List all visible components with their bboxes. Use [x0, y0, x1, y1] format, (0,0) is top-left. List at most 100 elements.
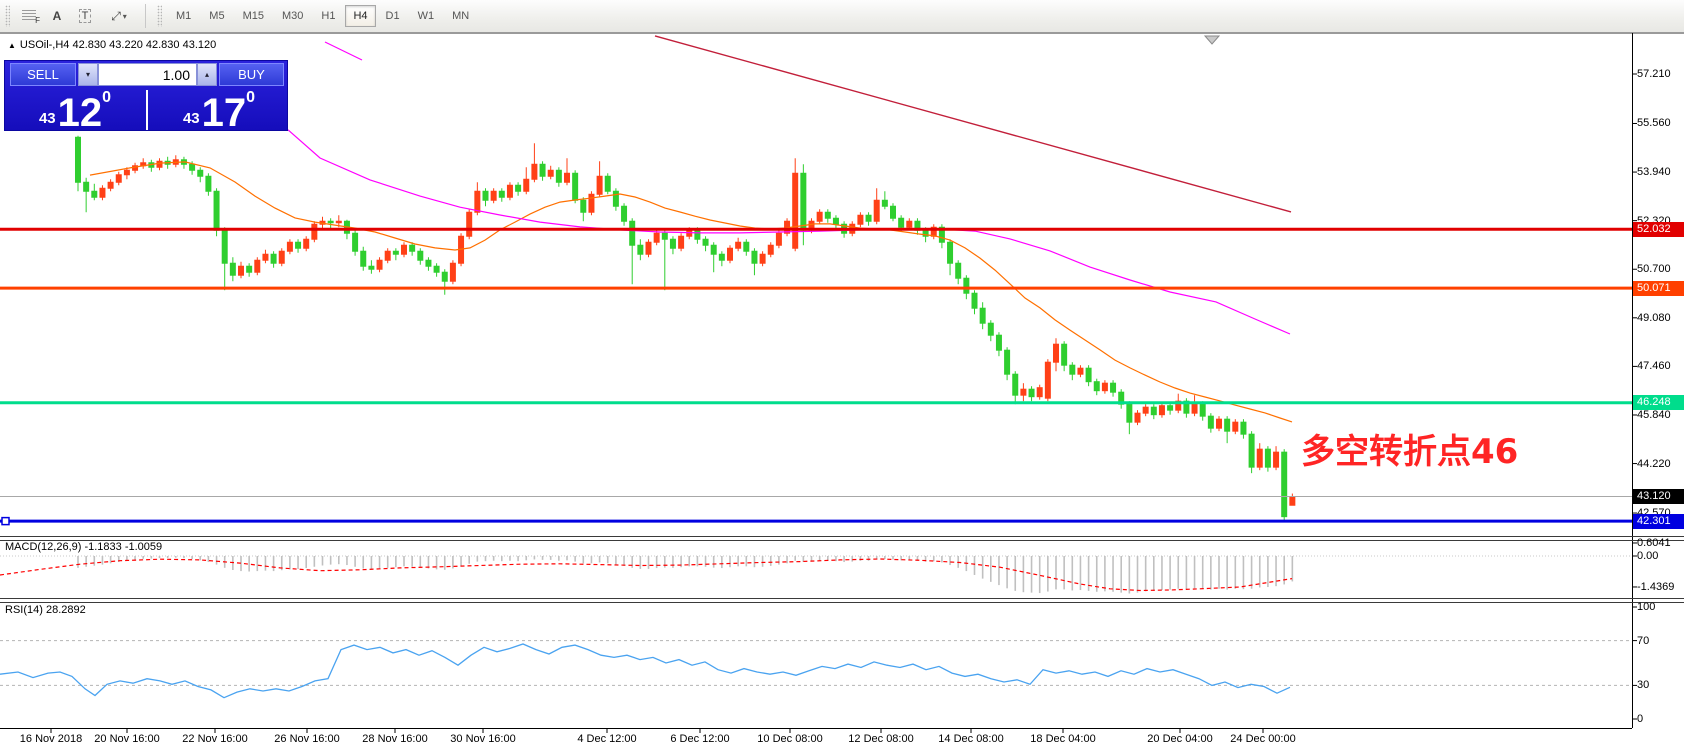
candle-body: [418, 251, 423, 260]
candle-body: [703, 239, 708, 245]
candle-body: [393, 251, 398, 254]
candle-body: [833, 218, 838, 224]
rsi-scale-label: 100: [1637, 600, 1655, 614]
candle-body: [410, 245, 415, 251]
candle-body: [565, 173, 570, 182]
candle-body: [597, 176, 602, 194]
candle-body: [76, 137, 81, 182]
candle-body: [825, 212, 830, 218]
candle-body: [670, 239, 675, 248]
price-tick-label: 57.210: [1637, 67, 1671, 81]
candle-body: [1290, 497, 1295, 506]
candle-body: [882, 200, 887, 206]
candle-body: [1225, 419, 1230, 431]
price-tick-label: 50.700: [1637, 262, 1671, 276]
sell-price-display[interactable]: 43 12 0: [5, 88, 145, 132]
descending-trendline[interactable]: [655, 36, 1291, 212]
candle-body: [1241, 422, 1246, 434]
candle-body: [679, 236, 684, 248]
candle-body: [1062, 344, 1067, 365]
chart-shift-marker-icon[interactable]: [1205, 36, 1219, 44]
candle-body: [1078, 368, 1083, 374]
candle-body: [1159, 406, 1164, 415]
candle-body: [662, 233, 667, 239]
buy-price-display[interactable]: 43 17 0: [149, 88, 289, 132]
candle-body: [1274, 452, 1279, 467]
quantity-increase-button[interactable]: ▴: [197, 63, 217, 86]
candle-body: [1208, 416, 1213, 428]
sell-button[interactable]: SELL: [10, 63, 76, 86]
candle-body: [247, 266, 252, 272]
candle-body: [532, 164, 537, 179]
candle-body: [214, 191, 219, 230]
candle-body: [206, 176, 211, 191]
candle-body: [695, 230, 700, 239]
candle-body: [752, 251, 757, 263]
candle-body: [891, 206, 896, 218]
candle-body: [711, 245, 716, 254]
rsi-scale-label: 30: [1637, 678, 1649, 692]
candle-body: [1102, 383, 1107, 390]
candle-body: [353, 233, 358, 251]
level-line-handle[interactable]: [2, 518, 9, 525]
chart-annotation-text: 多空转折点46: [1301, 424, 1518, 473]
price-badge-52.032: 52.032: [1633, 222, 1684, 237]
price-divider: [146, 90, 148, 130]
candle-body: [573, 173, 578, 200]
candle-body: [239, 266, 244, 275]
candle-body: [1013, 374, 1018, 395]
candle-body: [157, 161, 162, 167]
candle-body: [1005, 350, 1010, 374]
candle-body: [328, 221, 333, 223]
time-tick-label: 12 Dec 08:00: [848, 733, 913, 745]
macd-scale-label: 0.6041: [1637, 536, 1671, 550]
candle-body: [84, 182, 89, 191]
rsi-label: RSI(14) 28.2892: [5, 604, 86, 616]
candle-body: [279, 251, 284, 263]
macd-label: MACD(12,26,9) -1.1833 -1.0059: [5, 541, 162, 553]
price-badge-42.301: 42.301: [1633, 514, 1684, 529]
candle-body: [760, 254, 765, 263]
candle-body: [630, 221, 635, 245]
buy-button[interactable]: BUY: [219, 63, 284, 86]
candle-body: [1094, 382, 1099, 391]
candle-body: [638, 245, 643, 254]
price-badge-46.248: 46.248: [1633, 395, 1684, 410]
candle-body: [124, 170, 129, 174]
candle-body: [377, 260, 382, 269]
candle-body: [1282, 452, 1287, 516]
candle-body: [287, 242, 292, 251]
candle-body: [1249, 434, 1254, 467]
candle-body: [442, 272, 447, 281]
sell-price-prefix: 43: [39, 111, 56, 130]
candle-body: [92, 191, 97, 197]
candle-body: [899, 218, 904, 227]
one-click-collapse-icon[interactable]: ▲: [8, 41, 16, 50]
candle-body: [108, 182, 113, 188]
price-tick-label: 44.220: [1637, 457, 1671, 471]
candle-body: [1265, 449, 1270, 467]
sell-price-pipette: 0: [102, 90, 111, 106]
buy-price-pipette: 0: [246, 90, 255, 106]
candle-body: [336, 221, 341, 223]
candle-body: [516, 185, 521, 191]
candle-body: [1151, 407, 1156, 414]
candle-body: [1257, 449, 1262, 467]
time-tick-label: 28 Nov 16:00: [362, 733, 427, 745]
candle-body: [801, 173, 806, 230]
time-tick-label: 20 Dec 04:00: [1147, 733, 1212, 745]
buy-price-prefix: 43: [183, 111, 200, 130]
quantity-input[interactable]: 1.00: [98, 63, 197, 86]
price-tick-label: 47.460: [1637, 359, 1671, 373]
macd-scale-label: -1.4369: [1637, 580, 1674, 594]
quantity-decrease-button[interactable]: ▾: [78, 63, 98, 86]
trade-panel-top-row: SELL ▾ 1.00 ▴ BUY: [5, 63, 287, 87]
candle-body: [467, 212, 472, 236]
candle-body: [719, 254, 724, 260]
rsi-line: [0, 644, 1290, 698]
rsi-scale-label: 70: [1637, 634, 1649, 648]
candle-body: [956, 263, 961, 278]
symbol-ohlc-line: ▲USOil-,H4 42.830 43.220 42.830 43.120: [8, 39, 216, 51]
candle-body: [622, 206, 627, 221]
time-tick-label: 10 Dec 08:00: [757, 733, 822, 745]
